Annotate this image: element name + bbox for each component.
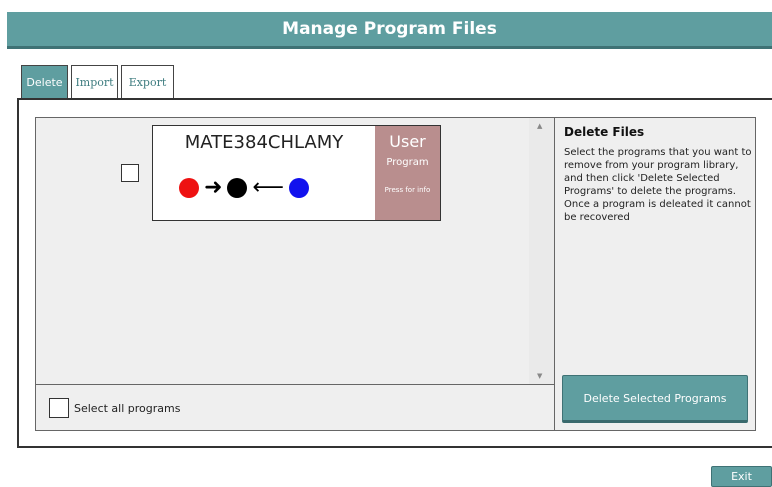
scroll-down-icon[interactable]: ▼ bbox=[537, 372, 542, 380]
select-all-checkbox[interactable] bbox=[49, 398, 69, 418]
list-scrollbar[interactable]: ▲ ▼ bbox=[529, 118, 554, 384]
tab-bar: Delete Import Export bbox=[21, 65, 177, 98]
black-dot bbox=[227, 178, 248, 198]
horizontal-divider bbox=[36, 384, 554, 385]
badge-kind: Program bbox=[386, 157, 429, 168]
badge-type: User bbox=[389, 132, 426, 151]
program-diagram: ➜ ⟵ bbox=[179, 175, 309, 200]
left-arrow-icon: ⟵ bbox=[252, 175, 284, 200]
exit-button[interactable]: Exit bbox=[711, 466, 772, 487]
help-body: Select the programs that you want to rem… bbox=[564, 147, 752, 223]
right-arrow-icon: ➜ bbox=[204, 175, 223, 200]
red-dot bbox=[179, 178, 199, 198]
program-list: MATE384CHLAMY ➜ ⟵ User Program Press for… bbox=[36, 118, 529, 384]
help-title: Delete Files bbox=[564, 125, 645, 139]
program-info-badge[interactable]: User Program Press for info bbox=[375, 126, 440, 220]
delete-selected-button[interactable]: Delete Selected Programs bbox=[562, 375, 748, 423]
scroll-up-icon[interactable]: ▲ bbox=[537, 122, 542, 130]
program-name: MATE384CHLAMY bbox=[184, 132, 344, 153]
delete-panel: MATE384CHLAMY ➜ ⟵ User Program Press for… bbox=[35, 117, 756, 431]
blue-dot bbox=[288, 178, 309, 198]
help-section: Delete Files Select the programs that yo… bbox=[564, 125, 752, 224]
page-title: Manage Program Files bbox=[7, 12, 772, 49]
select-all-label: Select all programs bbox=[74, 402, 181, 415]
program-checkbox[interactable] bbox=[121, 164, 139, 182]
tab-delete[interactable]: Delete bbox=[21, 65, 68, 98]
vertical-divider bbox=[554, 118, 555, 430]
tab-export[interactable]: Export bbox=[121, 65, 174, 98]
program-card[interactable]: MATE384CHLAMY ➜ ⟵ User Program Press for… bbox=[152, 125, 441, 221]
badge-info: Press for info bbox=[384, 186, 431, 194]
tab-import[interactable]: Import bbox=[71, 65, 118, 98]
